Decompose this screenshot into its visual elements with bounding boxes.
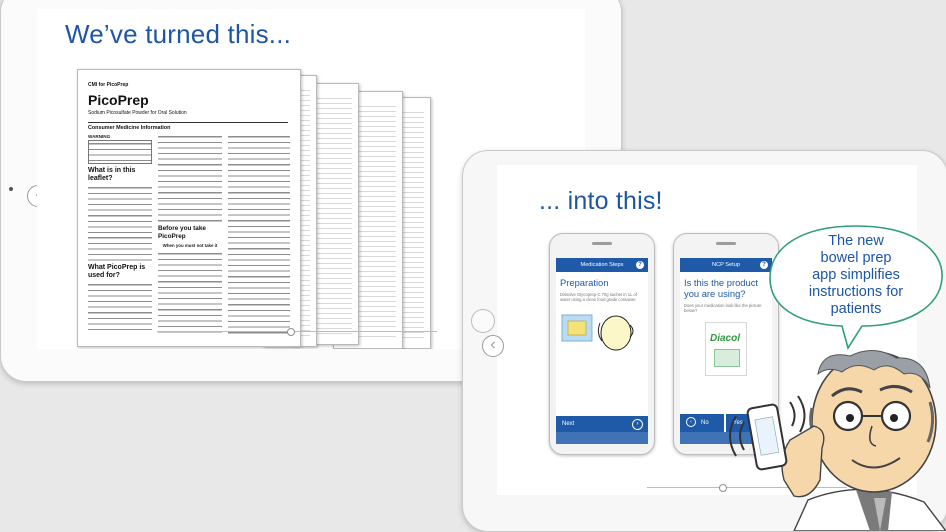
app-header: NCP Setup ? xyxy=(680,258,772,272)
app-footer xyxy=(556,432,648,444)
doc-column-2: Before you take PicoPrep When you must n… xyxy=(158,134,222,334)
before-pager xyxy=(157,328,437,336)
doc-product-name: PicoPrep xyxy=(88,92,149,108)
doc-small-header: CMI for PicoPrep xyxy=(88,82,129,88)
after-title: ... into this! xyxy=(539,187,663,215)
no-button[interactable]: ‹ No xyxy=(680,414,724,432)
doc-heading-2: What PicoPrep is used for? xyxy=(88,263,146,279)
before-title: We’ve turned this... xyxy=(65,19,292,49)
doc-when-not: When you must not take it xyxy=(162,243,218,248)
bubble-line: The new xyxy=(828,233,884,249)
document-page-front: CMI for PicoPrep PicoPrep Sodium Picosul… xyxy=(77,69,301,347)
doc-column-1: WARNING What is in this leaflet? What Pi… xyxy=(88,134,152,334)
app-header-title: NCP Setup xyxy=(712,262,740,268)
tablet-camera xyxy=(9,187,13,191)
next-button[interactable]: Next › xyxy=(556,416,648,432)
doc-column-3 xyxy=(228,134,290,334)
no-button-label: No xyxy=(701,420,709,426)
help-icon[interactable]: ? xyxy=(636,261,644,269)
sachet-and-jug-illustration xyxy=(561,314,634,351)
doc-subtitle: Sodium Picosulfate Powder for Oral Solut… xyxy=(88,110,187,116)
next-button-label: Next xyxy=(562,421,575,427)
bubble-line: patients xyxy=(830,301,882,317)
tablet-home-button xyxy=(471,309,495,333)
doc-heading-1: What is in this leaflet? xyxy=(88,166,136,182)
phone-medication-steps: Medication Steps ? Preparation Dissolve … xyxy=(549,233,655,455)
app-instruction-text: Dissolve Glycoprep-C 70g sachet in 1L of… xyxy=(560,292,637,303)
doc-heading-3: Before you take PicoPrep xyxy=(158,225,206,240)
bubble-line: instructions for xyxy=(808,284,904,300)
app-header: Medication Steps ? xyxy=(556,258,648,272)
app-heading: Preparation xyxy=(560,277,609,288)
pager-dot[interactable] xyxy=(287,328,295,336)
chevron-left-icon: ‹ xyxy=(686,417,696,428)
app-question-text: Does your medication look like the pictu… xyxy=(684,303,762,314)
doc-section-title: Consumer Medicine Information xyxy=(88,122,288,131)
cartoon-doctor xyxy=(729,350,946,531)
previous-arrow-button[interactable]: ‹ xyxy=(482,335,504,357)
chevron-right-icon: › xyxy=(632,419,643,430)
bubble-line: app simplifies xyxy=(812,267,900,283)
bubble-line: bowel prep xyxy=(820,250,892,266)
app-question: Is this the product you are using? xyxy=(684,277,758,299)
app-screen: Medication Steps ? Preparation Dissolve … xyxy=(556,258,648,444)
app-header-title: Medication Steps xyxy=(580,262,624,268)
